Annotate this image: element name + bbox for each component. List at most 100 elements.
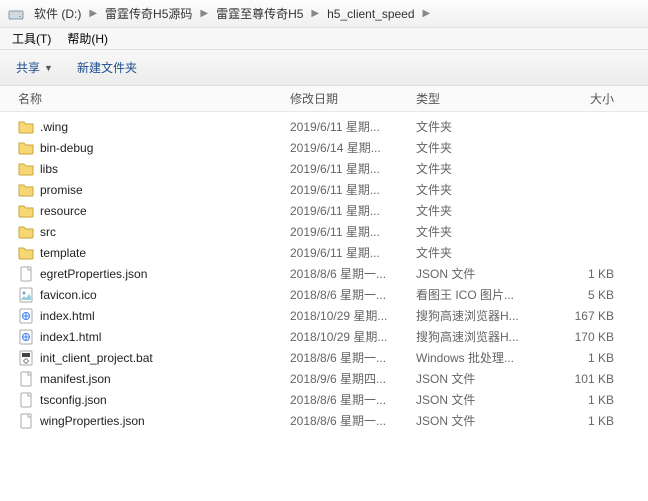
- ico-icon: [18, 287, 34, 303]
- file-type: JSON 文件: [416, 370, 536, 387]
- folder-icon: [18, 119, 34, 135]
- file-name: bin-debug: [40, 141, 93, 155]
- file-date: 2019/6/11 星期...: [290, 202, 416, 219]
- file-date: 2019/6/11 星期...: [290, 244, 416, 261]
- chevron-right-icon: ▶: [421, 8, 433, 19]
- header-type[interactable]: 类型: [416, 90, 536, 107]
- file-date: 2019/6/11 星期...: [290, 181, 416, 198]
- file-type: JSON 文件: [416, 391, 536, 408]
- file-row[interactable]: .wing2019/6/11 星期...文件夹: [0, 116, 648, 137]
- menubar: 工具(T) 帮助(H): [0, 28, 648, 50]
- folder-icon: [18, 203, 34, 219]
- file-icon: [18, 371, 34, 387]
- file-row[interactable]: tsconfig.json 2018/8/6 星期一...JSON 文件1 KB: [0, 389, 648, 410]
- breadcrumb-item[interactable]: 软件 (D:): [28, 3, 87, 25]
- file-name: .wing: [40, 120, 68, 134]
- chevron-right-icon: ▶: [309, 8, 321, 19]
- file-icon: [18, 266, 34, 282]
- header-date[interactable]: 修改日期: [290, 90, 416, 107]
- new-folder-button[interactable]: 新建文件夹: [77, 59, 137, 76]
- file-name: index1.html: [40, 330, 101, 344]
- file-type: 文件夹: [416, 160, 536, 177]
- file-name: favicon.ico: [40, 288, 97, 302]
- folder-icon: [18, 161, 34, 177]
- share-label: 共享: [16, 59, 40, 76]
- file-name: init_client_project.bat: [40, 351, 153, 365]
- file-row[interactable]: resource 2019/6/11 星期...文件夹: [0, 200, 648, 221]
- header-size[interactable]: 大小: [536, 90, 626, 107]
- file-type: 文件夹: [416, 118, 536, 135]
- chevron-right-icon: ▶: [87, 8, 99, 19]
- file-row[interactable]: index1.html 2018/10/29 星期...搜狗高速浏览器H...17…: [0, 326, 648, 347]
- file-type: 文件夹: [416, 139, 536, 156]
- file-size: 5 KB: [536, 288, 626, 302]
- file-date: 2018/10/29 星期...: [290, 307, 416, 324]
- file-date: 2019/6/11 星期...: [290, 223, 416, 240]
- file-name: index.html: [40, 309, 95, 323]
- file-name: manifest.json: [40, 372, 111, 386]
- file-row[interactable]: index.html 2018/10/29 星期...搜狗高速浏览器H...167…: [0, 305, 648, 326]
- chevron-down-icon: ▼: [44, 63, 53, 73]
- file-row[interactable]: wingProperties.json 2018/8/6 星期一...JSON 文…: [0, 410, 648, 431]
- chevron-right-icon: ▶: [198, 8, 210, 19]
- file-type: JSON 文件: [416, 265, 536, 282]
- folder-icon: [18, 140, 34, 156]
- file-type: 搜狗高速浏览器H...: [416, 307, 536, 324]
- file-type: 看图王 ICO 图片...: [416, 286, 536, 303]
- file-name: libs: [40, 162, 58, 176]
- file-size: 167 KB: [536, 309, 626, 323]
- file-type: Windows 批处理...: [416, 349, 536, 366]
- html-icon: [18, 308, 34, 324]
- file-date: 2018/8/6 星期一...: [290, 391, 416, 408]
- file-type: 文件夹: [416, 202, 536, 219]
- html-icon: [18, 329, 34, 345]
- file-date: 2018/8/6 星期一...: [290, 265, 416, 282]
- file-name: tsconfig.json: [40, 393, 107, 407]
- file-size: 101 KB: [536, 372, 626, 386]
- file-row[interactable]: libs 2019/6/11 星期...文件夹: [0, 158, 648, 179]
- menu-help[interactable]: 帮助(H): [59, 29, 116, 49]
- file-row[interactable]: favicon.ico 2018/8/6 星期一...看图王 ICO 图片...5…: [0, 284, 648, 305]
- file-date: 2018/8/6 星期一...: [290, 286, 416, 303]
- toolbar: 共享 ▼ 新建文件夹: [0, 50, 648, 86]
- file-type: JSON 文件: [416, 412, 536, 429]
- breadcrumb-item[interactable]: 雷霆传奇H5源码: [99, 3, 198, 25]
- file-row[interactable]: template 2019/6/11 星期...文件夹: [0, 242, 648, 263]
- folder-icon: [18, 182, 34, 198]
- breadcrumb[interactable]: 软件 (D:) ▶ 雷霆传奇H5源码 ▶ 雷霆至尊传奇H5 ▶ h5_clien…: [0, 0, 648, 28]
- file-size: 1 KB: [536, 351, 626, 365]
- file-date: 2018/9/6 星期四...: [290, 370, 416, 387]
- file-size: 170 KB: [536, 330, 626, 344]
- file-row[interactable]: manifest.json 2018/9/6 星期四...JSON 文件101 K…: [0, 368, 648, 389]
- file-type: 文件夹: [416, 244, 536, 261]
- file-date: 2018/8/6 星期一...: [290, 412, 416, 429]
- file-size: 1 KB: [536, 267, 626, 281]
- file-size: 1 KB: [536, 393, 626, 407]
- folder-icon: [18, 245, 34, 261]
- file-type: 搜狗高速浏览器H...: [416, 328, 536, 345]
- share-button[interactable]: 共享 ▼: [16, 59, 53, 76]
- menu-tools[interactable]: 工具(T): [4, 29, 59, 49]
- header-name[interactable]: 名称: [0, 90, 290, 107]
- file-date: 2018/10/29 星期...: [290, 328, 416, 345]
- breadcrumb-item[interactable]: h5_client_speed: [321, 3, 420, 25]
- file-list: .wing2019/6/11 星期...文件夹bin-debug2019/6/1…: [0, 112, 648, 431]
- file-row[interactable]: promise2019/6/11 星期...文件夹: [0, 179, 648, 200]
- drive-icon: [8, 6, 24, 22]
- file-row[interactable]: src2019/6/11 星期...文件夹: [0, 221, 648, 242]
- file-name: template: [40, 246, 86, 260]
- file-date: 2018/8/6 星期一...: [290, 349, 416, 366]
- file-row[interactable]: egretProperties.json 2018/8/6 星期一...JSON …: [0, 263, 648, 284]
- file-name: resource: [40, 204, 87, 218]
- breadcrumb-item[interactable]: 雷霆至尊传奇H5: [210, 3, 309, 25]
- file-name: src: [40, 225, 56, 239]
- file-icon: [18, 413, 34, 429]
- file-name: wingProperties.json: [40, 414, 145, 428]
- file-row[interactable]: init_client_project.bat 2018/8/6 星期一...Wi…: [0, 347, 648, 368]
- file-type: 文件夹: [416, 181, 536, 198]
- file-date: 2019/6/11 星期...: [290, 160, 416, 177]
- file-icon: [18, 392, 34, 408]
- file-name: egretProperties.json: [40, 267, 147, 281]
- folder-icon: [18, 224, 34, 240]
- file-row[interactable]: bin-debug2019/6/14 星期...文件夹: [0, 137, 648, 158]
